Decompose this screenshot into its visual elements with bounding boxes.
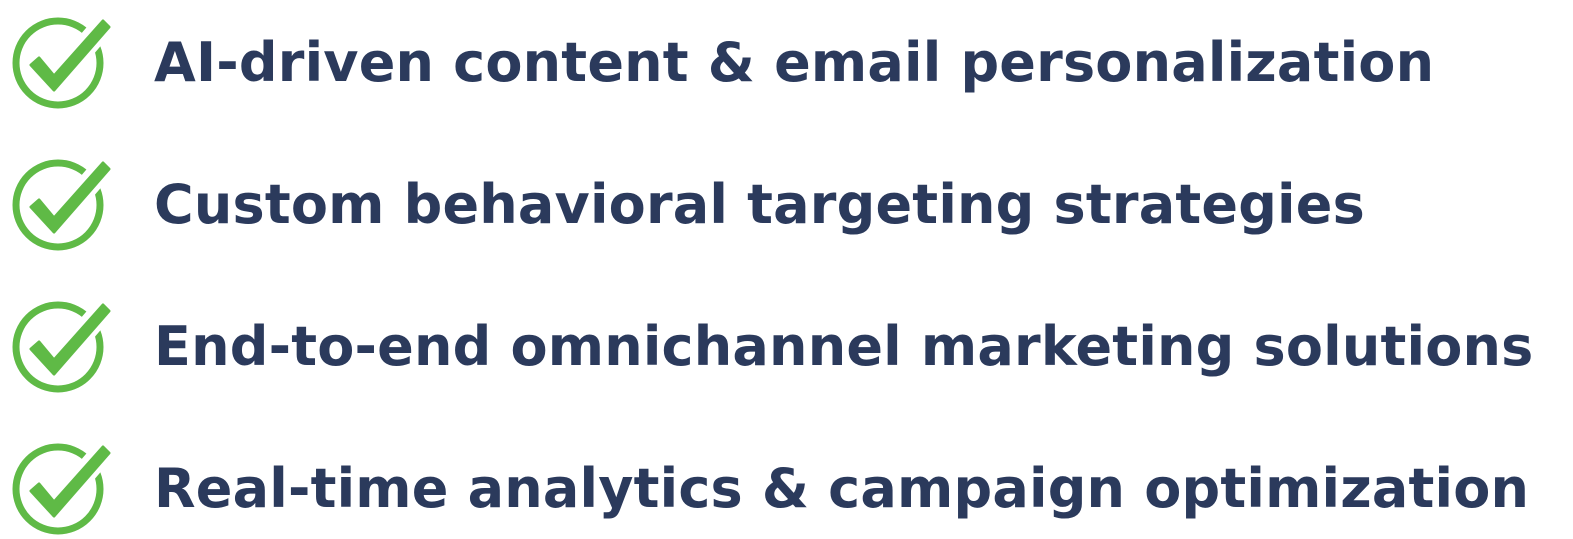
feature-label: Custom behavioral targeting strategies [154,173,1365,236]
list-item: End-to-end omnichannel marketing solutio… [12,297,1534,397]
feature-label: End-to-end omnichannel marketing solutio… [154,315,1534,378]
check-circle-icon [12,155,116,251]
check-circle-icon [12,297,116,393]
feature-label: Real-time analytics & campaign optimizat… [154,457,1530,520]
feature-label: AI-driven content & email personalizatio… [154,31,1435,94]
list-item: AI-driven content & email personalizatio… [12,13,1434,113]
feature-list: AI-driven content & email personalizatio… [0,0,1573,535]
list-item: Custom behavioral targeting strategies [12,155,1365,255]
check-circle-icon [12,439,116,535]
list-item: Real-time analytics & campaign optimizat… [12,439,1529,539]
check-circle-icon [12,13,116,109]
